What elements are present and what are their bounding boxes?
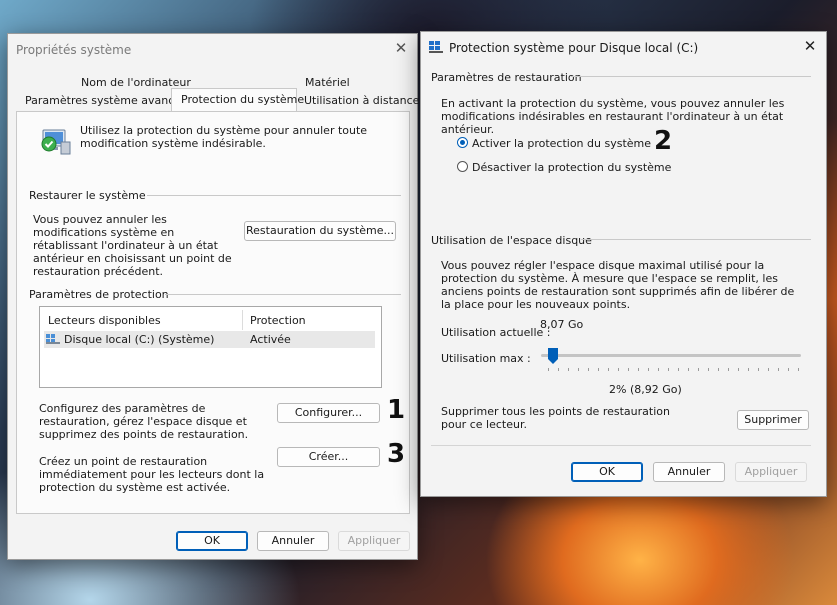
slider-tick	[728, 368, 729, 371]
drive-protection-status: Activée	[250, 333, 291, 346]
column-header-drives[interactable]: Lecteurs disponibles	[48, 314, 161, 327]
tab-label: Protection du système	[181, 93, 305, 106]
max-usage-slider[interactable]	[541, 348, 803, 378]
slider-tick	[778, 368, 779, 371]
slider-tick	[578, 368, 579, 371]
slider-tick	[648, 368, 649, 371]
slider-track	[541, 354, 801, 357]
drive-icon	[46, 334, 60, 344]
slider-tick	[798, 368, 799, 371]
column-header-protection[interactable]: Protection	[250, 314, 306, 327]
divider	[165, 294, 401, 295]
slider-tick	[688, 368, 689, 371]
intro-text: Utilisez la protection du système pour a…	[80, 124, 368, 150]
tab-remote[interactable]: Utilisation à distance	[304, 94, 419, 107]
slider-tick	[748, 368, 749, 371]
system-protection-icon	[39, 124, 73, 158]
drive-name: Disque local (C:) (Système)	[64, 333, 215, 346]
slider-tick	[668, 368, 669, 371]
drives-list[interactable]: Lecteurs disponibles Protection Disque l…	[39, 306, 382, 388]
ok-button[interactable]: OK	[176, 531, 248, 551]
divider	[431, 445, 811, 446]
slider-tick	[588, 368, 589, 371]
slider-thumb[interactable]	[548, 348, 558, 364]
title-bar[interactable]: Propriétés système ✕	[8, 34, 417, 64]
restore-params-text: En activant la protection du système, vo…	[441, 97, 785, 136]
slider-tick	[598, 368, 599, 371]
delete-button[interactable]: Supprimer	[737, 410, 809, 430]
slider-tick	[568, 368, 569, 371]
tab-advanced[interactable]: Paramètres système avancés	[25, 94, 187, 107]
cancel-button[interactable]: Annuler	[257, 531, 329, 551]
current-usage-label: Utilisation actuelle :	[441, 326, 551, 339]
slider-tick	[708, 368, 709, 371]
tab-panel: Utilisez la protection du système pour a…	[16, 111, 410, 514]
divider	[571, 76, 811, 77]
disk-usage-text: Vous pouvez régler l'espace disque maxim…	[441, 259, 795, 311]
tab-system-protection[interactable]: Protection du système	[171, 88, 304, 112]
system-properties-window: Propriétés système ✕ Nom de l'ordinateur…	[7, 33, 419, 560]
max-usage-value: 2% (8,92 Go)	[609, 383, 682, 396]
slider-tick	[638, 368, 639, 371]
column-separator	[242, 310, 243, 330]
annotation-marker-2: 2	[654, 126, 673, 156]
max-usage-label: Utilisation max :	[441, 352, 531, 365]
tab-hardware[interactable]: Matériel	[305, 76, 350, 89]
divider	[147, 195, 401, 196]
slider-tick	[608, 368, 609, 371]
slider-tick	[618, 368, 619, 371]
slider-tick	[718, 368, 719, 371]
window-title: Propriétés système	[16, 43, 132, 57]
slider-tick	[788, 368, 789, 371]
system-restore-button[interactable]: Restauration du système...	[244, 221, 396, 241]
slider-tick	[658, 368, 659, 371]
configure-text: Configurez des paramètres de restauratio…	[39, 402, 249, 441]
delete-text: Supprimer tous les points de restauratio…	[441, 405, 670, 431]
close-icon[interactable]: ✕	[802, 38, 818, 54]
restore-section-header: Restaurer le système	[29, 189, 146, 202]
close-icon[interactable]: ✕	[393, 40, 409, 56]
slider-tick	[768, 368, 769, 371]
create-text: Créez un point de restauration immédiate…	[39, 455, 265, 494]
slider-tick	[678, 368, 679, 371]
radio-enable-protection[interactable]	[457, 137, 468, 148]
configure-button[interactable]: Configurer...	[277, 403, 380, 423]
annotation-marker-3: 3	[387, 439, 406, 469]
dialog-title: Protection système pour Disque local (C:…	[449, 41, 699, 55]
annotation-marker-1: 1	[387, 395, 406, 425]
current-usage-value: 8,07 Go	[540, 318, 584, 331]
slider-tick	[738, 368, 739, 371]
cancel-button[interactable]: Annuler	[653, 462, 725, 482]
apply-button[interactable]: Appliquer	[338, 531, 410, 551]
slider-tick	[628, 368, 629, 371]
slider-tick	[758, 368, 759, 371]
disk-usage-header: Utilisation de l'espace disque	[431, 234, 592, 247]
ok-button[interactable]: OK	[571, 462, 643, 482]
radio-enable-label[interactable]: Activer la protection du système	[472, 137, 651, 150]
radio-disable-label[interactable]: Désactiver la protection du système	[472, 161, 671, 174]
title-bar[interactable]: Protection système pour Disque local (C:…	[421, 32, 826, 62]
slider-tick	[698, 368, 699, 371]
radio-disable-protection[interactable]	[457, 161, 468, 172]
system-protection-dialog: Protection système pour Disque local (C:…	[420, 31, 827, 497]
slider-tick	[548, 368, 549, 371]
restore-params-header: Paramètres de restauration	[431, 71, 582, 84]
apply-button[interactable]: Appliquer	[735, 462, 807, 482]
divider	[581, 239, 811, 240]
slider-tick	[558, 368, 559, 371]
protection-section-header: Paramètres de protection	[29, 288, 169, 301]
app-icon	[429, 41, 443, 53]
table-row[interactable]: Disque local (C:) (Système) Activée	[44, 331, 375, 348]
restore-text: Vous pouvez annuler les modifications sy…	[33, 213, 232, 278]
create-button[interactable]: Créer...	[277, 447, 380, 467]
